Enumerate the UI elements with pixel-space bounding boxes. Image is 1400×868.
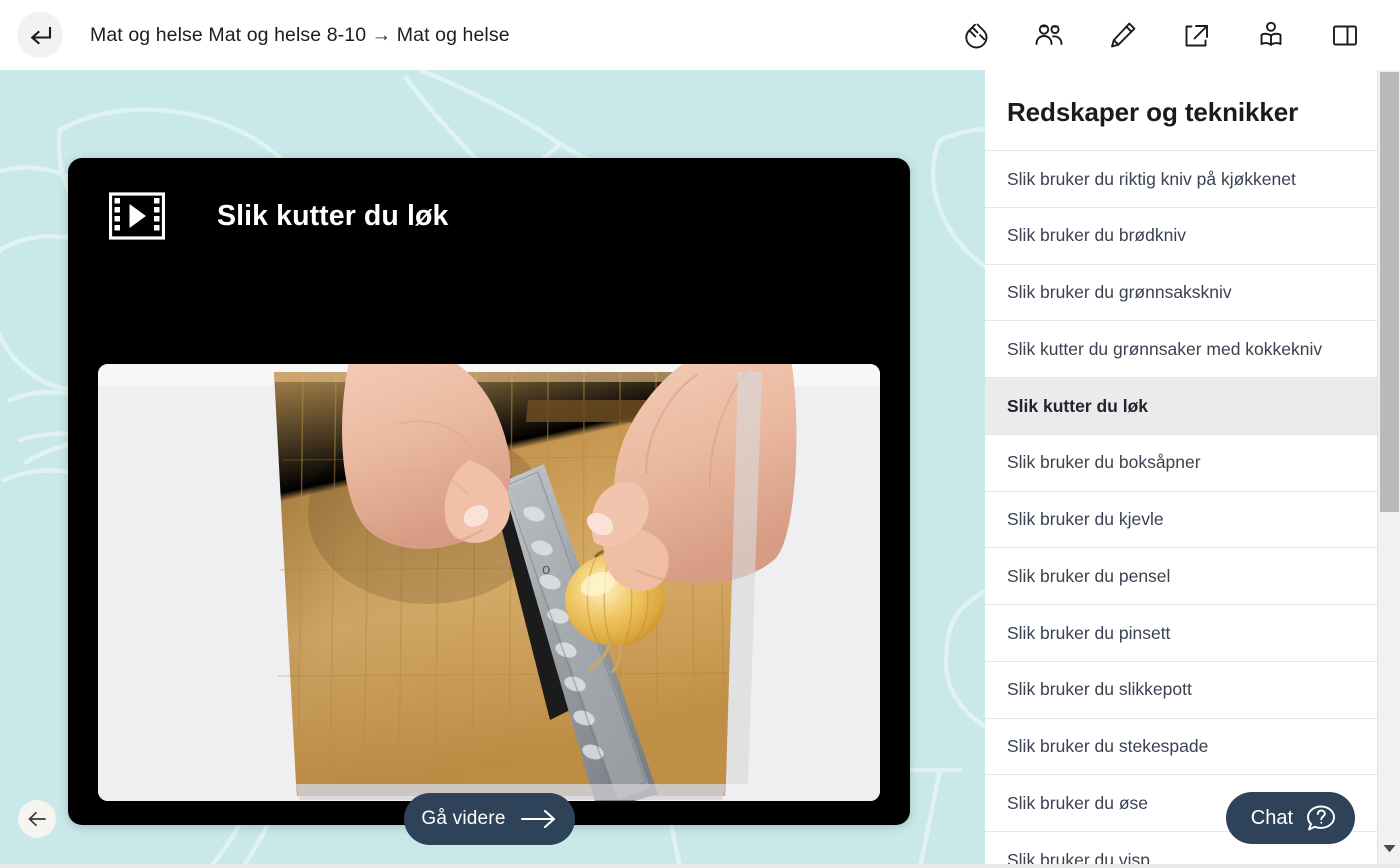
sidebar-title: Redskaper og teknikker xyxy=(1007,97,1299,127)
topics-sidebar: Redskaper og teknikker Slik bruker du ri… xyxy=(985,70,1400,868)
chat-button[interactable]: Chat xyxy=(1225,792,1355,844)
back-button[interactable] xyxy=(17,12,63,58)
chat-label: Chat xyxy=(1250,806,1293,829)
topic-item[interactable]: Slik bruker du pinsett xyxy=(985,604,1377,661)
chat-question-icon xyxy=(1307,805,1335,831)
magnet-icon xyxy=(965,23,988,49)
pencil-button[interactable] xyxy=(1086,7,1160,63)
top-bar: Mat og helse Mat og helse 8-10 → Mat og … xyxy=(0,0,1400,70)
scrollbar-down-button[interactable] xyxy=(1378,838,1400,858)
people-button[interactable] xyxy=(1012,7,1086,63)
toolbar xyxy=(938,7,1400,63)
topic-list: Slik bruker du riktig kniv på kjøkkenet S… xyxy=(985,150,1377,868)
scrollbar-thumb[interactable] xyxy=(1380,72,1399,512)
topic-item[interactable]: Slik bruker du pensel xyxy=(985,547,1377,604)
panel-layout-icon xyxy=(1333,25,1357,46)
previous-button[interactable] xyxy=(18,800,56,838)
reader-icon xyxy=(1260,21,1282,46)
sidebar-scrollbar[interactable] xyxy=(1377,70,1400,868)
svg-text:ᴏ: ᴏ xyxy=(542,561,550,578)
video-thumbnail[interactable]: ᴏ xyxy=(98,364,880,801)
topic-item[interactable]: Slik bruker du grønnsakskniv xyxy=(985,263,1377,321)
topic-item[interactable]: Slik bruker du kjevle xyxy=(985,490,1377,548)
magnet-button[interactable] xyxy=(938,7,1012,63)
topic-item[interactable]: Slik bruker du stekespade xyxy=(985,717,1377,775)
video-card-header: Slik kutter du løk xyxy=(68,158,910,274)
next-button[interactable]: Gå videre xyxy=(404,793,575,845)
topic-item[interactable]: Slik kutter du grønnsaker med kokkekniv xyxy=(985,320,1377,377)
app-root: Mat og helse Mat og helse 8-10 → Mat og … xyxy=(0,0,1400,868)
video-card[interactable]: Slik kutter du løk ᴏ xyxy=(68,158,910,825)
topic-item[interactable]: Slik bruker du brødkniv xyxy=(985,206,1377,264)
topic-item[interactable]: Slik bruker du boksåpner xyxy=(985,433,1377,491)
topic-item[interactable]: Slik bruker du riktig kniv på kjøkkenet xyxy=(985,150,1377,207)
topic-item[interactable]: Slik kutter du løk xyxy=(985,377,1377,434)
topic-item[interactable]: Slik bruker du slikkepott xyxy=(985,660,1377,718)
return-arrow-icon xyxy=(30,26,52,45)
share-button[interactable] xyxy=(1160,7,1234,63)
topics-scroll-area: Redskaper og teknikker Slik bruker du ri… xyxy=(985,70,1377,868)
video-title: Slik kutter du løk xyxy=(217,199,449,232)
cutting-board-photo: ᴏ xyxy=(98,364,880,801)
breadcrumb[interactable]: Mat og helse Mat og helse 8-10 → Mat og … xyxy=(90,24,510,47)
share-icon xyxy=(1185,25,1208,47)
pencil-icon xyxy=(1111,22,1136,48)
reader-button[interactable] xyxy=(1234,7,1308,63)
film-play-icon xyxy=(109,192,165,240)
bottom-edge xyxy=(0,864,1400,868)
next-button-label: Gå videre xyxy=(421,808,506,829)
arrow-right-icon xyxy=(520,809,555,829)
triangle-down-icon xyxy=(1383,844,1396,852)
people-icon xyxy=(1035,24,1063,45)
panel-layout-button[interactable] xyxy=(1308,7,1382,63)
arrow-left-icon xyxy=(28,811,46,827)
